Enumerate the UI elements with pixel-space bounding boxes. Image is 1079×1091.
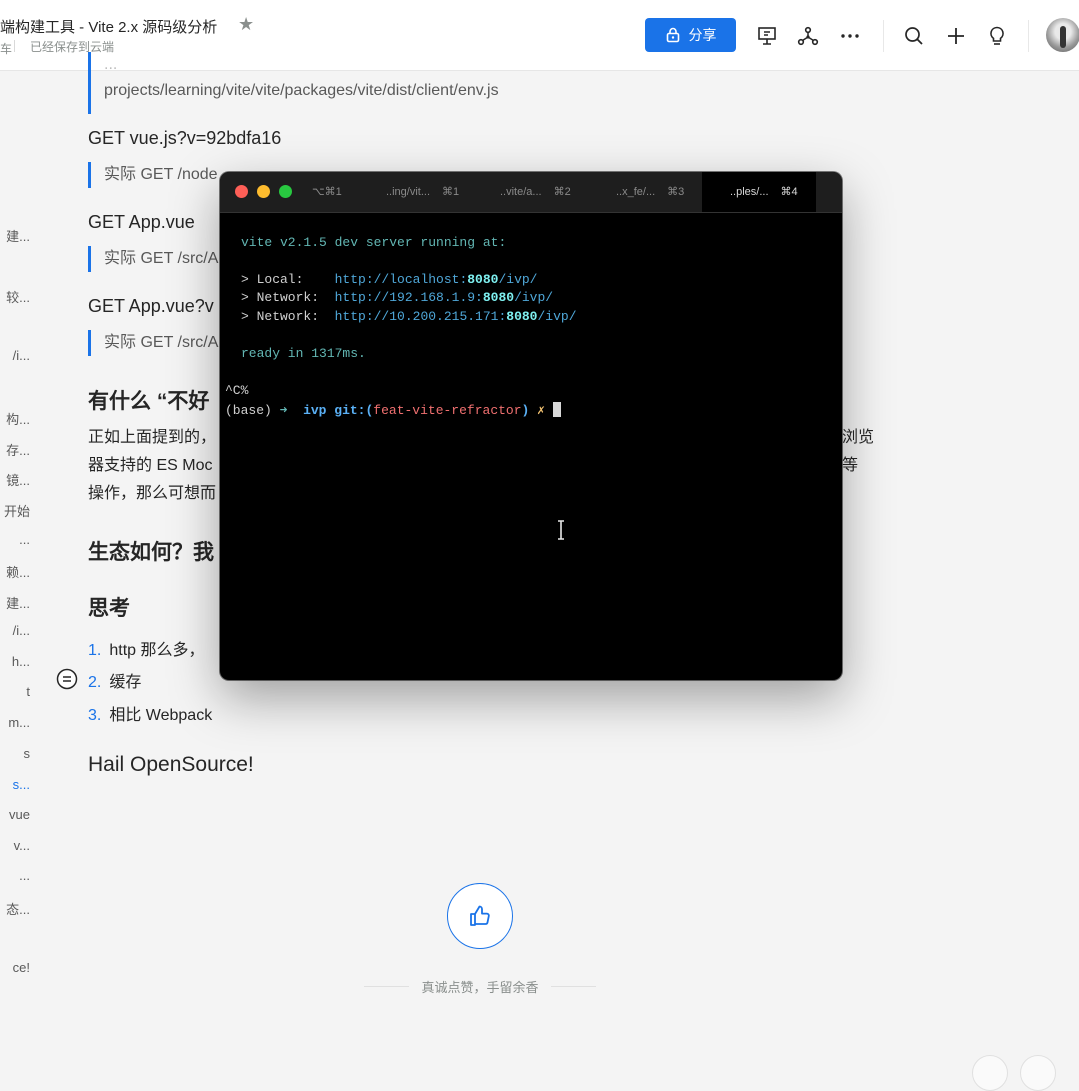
quote-text: 实际 GET /node: [104, 166, 218, 183]
sub-prefix: 车: [0, 42, 13, 56]
lightbulb-icon[interactable]: [986, 25, 1008, 47]
plus-icon[interactable]: [945, 25, 967, 47]
mindmap-icon[interactable]: [797, 25, 819, 47]
divider: [14, 40, 15, 52]
lock-icon: [666, 27, 679, 43]
text-cursor: [552, 402, 561, 417]
quote-text: projects/learning/vite/vite/packages/vit…: [104, 82, 499, 99]
terminal-line: > Local: http://localhost:8080/ivp/: [241, 272, 538, 287]
paragraph-line: 器支持的 ES Moc: [88, 457, 213, 474]
heading-drawbacks: 有什么 “不好: [88, 390, 210, 413]
terminal-line: vite v2.1.5 dev server running at:: [241, 235, 507, 250]
minimize-icon[interactable]: [257, 185, 270, 198]
share-label: 分享: [688, 27, 717, 43]
terminal-prompt[interactable]: (base) ➜ ivp git:(feat-vite-refractor) ✗: [225, 402, 561, 418]
like-caption: 真诚点赞，手留余香: [360, 977, 600, 996]
ibeam-cursor-icon: [558, 520, 564, 540]
blockquote: 实际 GET /src/A: [88, 246, 218, 272]
search-icon[interactable]: [903, 25, 925, 47]
quote-text: 实际 GET /src/A: [104, 250, 219, 267]
terminal-window[interactable]: ⌥⌘1 ..ing/vit... ⌘1 ..vite/a... ⌘2 ..x_fe/…: [220, 172, 842, 680]
heading-ecosystem: 生态如何？我: [88, 541, 214, 564]
heading-get-vue-js: GET vue.js?v=92bdfa16: [88, 128, 282, 148]
star-icon[interactable]: ★: [238, 14, 254, 34]
terminal-titlebar: ⌥⌘1 ..ing/vit... ⌘1 ..vite/a... ⌘2 ..x_fe/…: [220, 172, 842, 213]
presentation-icon[interactable]: [756, 25, 778, 47]
terminal-line: > Network: http://192.168.1.9:8080/ivp/: [241, 290, 554, 305]
floating-button[interactable]: [972, 1055, 1008, 1091]
terminal-line: ^C%: [225, 383, 249, 398]
divider: [1028, 20, 1029, 52]
share-button[interactable]: 分享: [645, 18, 736, 52]
terminal-tab-active[interactable]: ..ples/... ⌘4: [702, 172, 816, 212]
heading-get-app-vue-query: GET App.vue?v: [88, 296, 214, 316]
list-item: 1. http 那么多，: [88, 642, 205, 659]
paragraph-line: 正如上面提到的，: [88, 429, 217, 446]
heading-hail-opensource: Hail OpenSource!: [88, 753, 254, 776]
list-item: 2. 缓存: [88, 674, 142, 691]
blockquote: 实际 GET /src/A: [88, 330, 218, 356]
divider: [883, 20, 884, 52]
comment-icon[interactable]: [56, 668, 78, 690]
terminal-tab[interactable]: ..x_fe/... ⌘3: [616, 172, 706, 212]
paragraph-line-end: 等: [842, 457, 859, 474]
paragraph-line: 操作，那么可想而: [88, 485, 217, 502]
avatar[interactable]: [1046, 18, 1079, 52]
terminal-tab[interactable]: ..ing/vit... ⌘1: [386, 172, 496, 212]
quote-text: 实际 GET /src/A: [104, 334, 219, 351]
close-icon[interactable]: [235, 185, 248, 198]
blockquote: 实际 GET /node: [88, 162, 218, 188]
more-icon[interactable]: [839, 25, 861, 47]
heading-get-app-vue: GET App.vue: [88, 212, 195, 232]
terminal-tab[interactable]: ..vite/a... ⌘2: [500, 172, 610, 212]
terminal-line: > Network: http://10.200.215.171:8080/iv…: [241, 309, 577, 324]
floating-button[interactable]: [1020, 1055, 1056, 1091]
paragraph-line-end: 浏览: [842, 429, 875, 446]
document-title: 端构建工具 - Vite 2.x 源码级分析: [0, 19, 218, 36]
heading-thoughts: 思考: [88, 597, 130, 620]
blockquote: ... projects/learning/vite/vite/packages…: [88, 52, 499, 114]
terminal-tab[interactable]: ⌥⌘1: [312, 172, 382, 212]
maximize-icon[interactable]: [279, 185, 292, 198]
list-item: 3. 相比 Webpack: [88, 707, 213, 724]
thumbs-up-icon: [470, 905, 490, 926]
terminal-line: ready in 1317ms.: [241, 346, 366, 361]
quote-text: ...: [104, 56, 118, 73]
like-button[interactable]: [447, 883, 513, 949]
